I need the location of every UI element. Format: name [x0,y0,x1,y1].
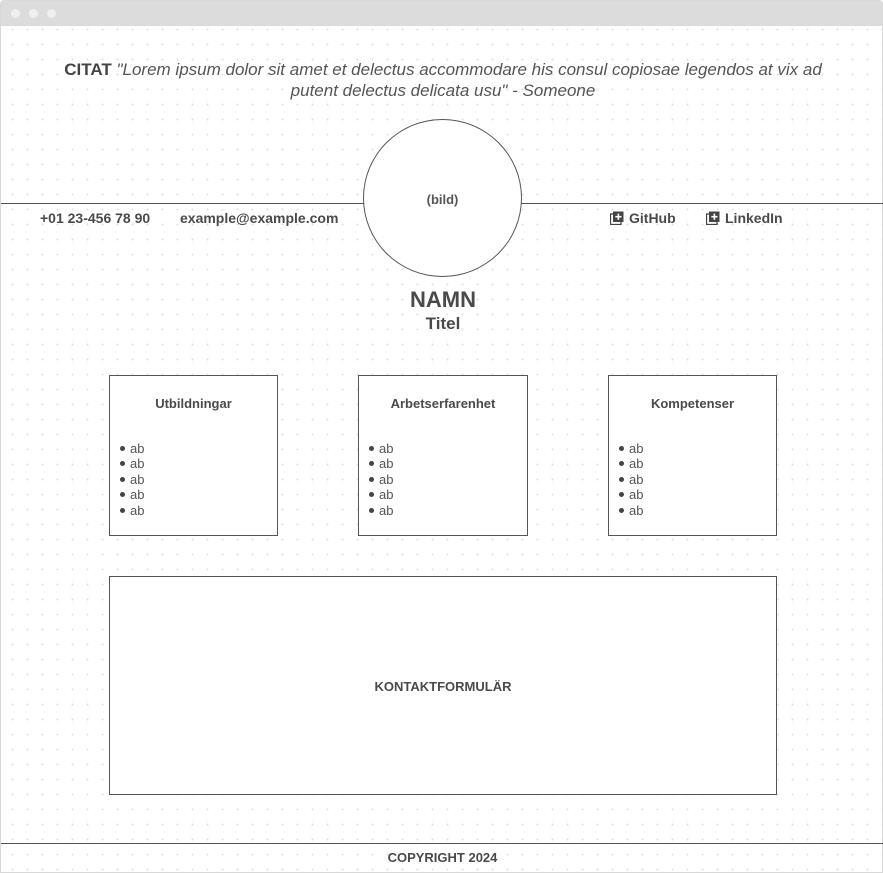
section-list: ab ab ab ab ab [619,441,643,518]
phone-number[interactable]: +01 23-456 78 90 [40,210,150,226]
contact-form-label: KONTAKTFORMULÄR [374,679,512,694]
linkedin-link[interactable]: LinkedIn [705,210,783,226]
list-item: ab [619,441,643,456]
section-heading: Kompetenser [650,396,735,411]
list-item: ab [619,503,643,518]
section-card-utbildningar: Utbildningar ab ab ab ab ab [109,375,278,536]
quote-block: CITAT "Lorem ipsum dolor sit amet et del… [61,59,825,101]
list-item: ab [619,472,643,487]
github-label: GitHub [629,210,676,226]
section-card-kompetenser: Kompetenser ab ab ab ab ab [608,375,777,536]
list-item: ab [369,441,393,456]
footer-divider [1,843,883,844]
wireframe-window: CITAT "Lorem ipsum dolor sit amet et del… [0,0,883,873]
list-item: ab [369,487,393,502]
profile-name: NAMN [410,287,476,312]
window-dot-icon [29,9,38,18]
profile-image-placeholder: (bild) [363,119,522,277]
github-link[interactable]: GitHub [609,210,676,226]
external-link-square-icon [705,211,720,226]
section-list: ab ab ab ab ab [120,441,144,518]
window-dot-icon [11,9,20,18]
section-heading: Arbetserfarenhet [390,396,496,411]
profile-title: Titel [425,314,461,333]
list-item: ab [120,503,144,518]
window-dot-icon [47,9,56,18]
list-item: ab [120,472,144,487]
profile-image-label: (bild) [426,192,459,207]
window-titlebar [1,1,882,26]
footer-copyright: COPYRIGHT 2024 [387,850,498,865]
list-item: ab [619,456,643,471]
list-item: ab [619,487,643,502]
external-link-square-icon [609,211,624,226]
section-list: ab ab ab ab ab [369,441,393,518]
linkedin-label: LinkedIn [725,210,783,226]
section-card-arbetserfarenhet: Arbetserfarenhet ab ab ab ab ab [358,375,528,536]
list-item: ab [369,472,393,487]
quote-text: "Lorem ipsum dolor sit amet et delectus … [116,60,822,100]
list-item: ab [369,503,393,518]
list-item: ab [369,456,393,471]
list-item: ab [120,456,144,471]
email-link[interactable]: example@example.com [180,210,338,226]
list-item: ab [120,441,144,456]
section-heading: Utbildningar [155,396,232,411]
quote-label: CITAT [64,60,112,79]
list-item: ab [120,487,144,502]
contact-form-placeholder[interactable]: KONTAKTFORMULÄR [109,576,777,795]
